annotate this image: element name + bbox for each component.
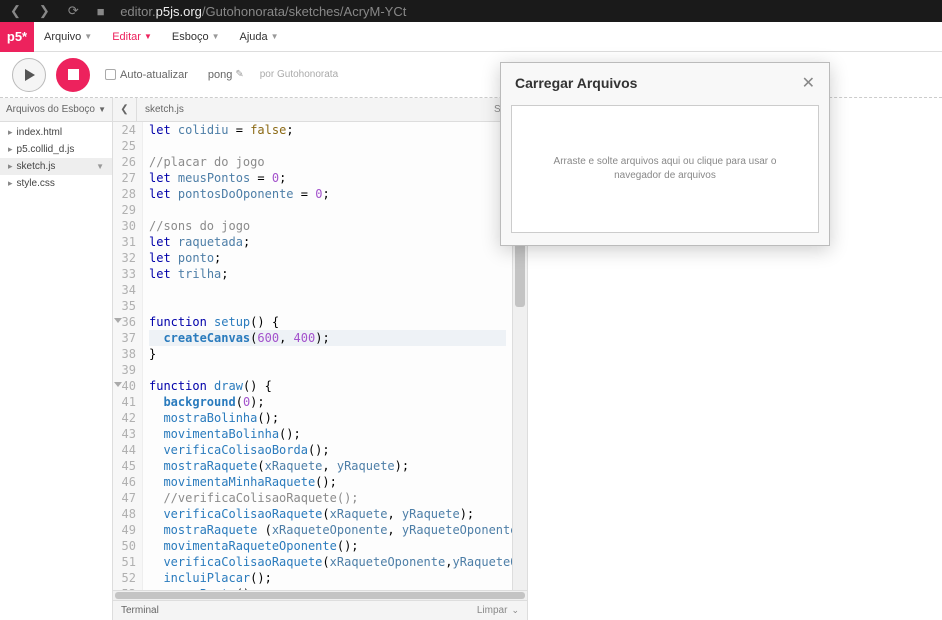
chevron-down-icon: ⌄: [511, 605, 519, 616]
chevron-down-icon[interactable]: ▼: [96, 162, 104, 171]
sidebar-header: Arquivos do Esboço ▼: [0, 98, 112, 122]
upload-modal: Carregar Arquivos ✕ Arraste e solte arqu…: [500, 62, 830, 246]
editor-filename: sketch.js: [137, 104, 192, 115]
code-area[interactable]: let colidiu = false;//placar do jogolet …: [143, 122, 512, 590]
menu-ajuda[interactable]: Ajuda▼: [230, 22, 289, 52]
menu-esboco[interactable]: Esboço▼: [162, 22, 230, 52]
stop-button[interactable]: [56, 58, 90, 92]
file-item[interactable]: ▸style.css: [0, 175, 112, 192]
topbar: p5* Arquivo▼ Editar▼ Esboço▼ Ajuda▼: [0, 22, 942, 52]
file-list: ▸index.html▸p5.collid_d.js▸sketch.js▼▸st…: [0, 122, 112, 194]
chevron-down-icon: ▼: [212, 32, 220, 41]
p5-logo[interactable]: p5*: [0, 22, 34, 52]
file-item[interactable]: ▸p5.collid_d.js: [0, 141, 112, 158]
forward-icon[interactable]: ❯: [39, 3, 50, 19]
url-bar[interactable]: ■ editor.p5js.org/Gutohonorata/sketches/…: [97, 4, 407, 19]
author: por Gutohonorata: [260, 69, 338, 80]
terminal-label: Terminal: [121, 605, 159, 616]
main-menu: Arquivo▼ Editar▼ Esboço▼ Ajuda▼: [34, 22, 289, 52]
line-gutter: 2425262728293031323334353637383940414243…: [113, 122, 143, 590]
menu-editar[interactable]: Editar▼: [102, 22, 162, 52]
stop-icon: [68, 69, 79, 80]
dropzone-text: Arraste e solte arquivos aqui ou clique …: [532, 155, 798, 183]
file-icon: ▸: [8, 127, 13, 138]
play-button[interactable]: [12, 58, 46, 92]
file-item[interactable]: ▸sketch.js▼: [0, 158, 112, 175]
chevron-down-icon: ▼: [84, 32, 92, 41]
play-icon: [25, 69, 35, 81]
collapse-sidebar-button[interactable]: ❮: [113, 98, 137, 122]
modal-title: Carregar Arquivos: [515, 75, 802, 91]
sketch-name[interactable]: pong ✎: [208, 69, 244, 81]
chevron-down-icon: ▼: [144, 32, 152, 41]
reload-icon[interactable]: ⟳: [68, 3, 79, 19]
terminal-clear-button[interactable]: Limpar ⌄: [477, 605, 519, 616]
auto-refresh-toggle[interactable]: Auto-atualizar: [105, 69, 188, 81]
dropzone[interactable]: Arraste e solte arquivos aqui ou clique …: [511, 105, 819, 233]
scrollbar-thumb[interactable]: [115, 592, 525, 599]
pencil-icon: ✎: [235, 69, 243, 80]
file-icon: ▸: [8, 178, 13, 189]
browser-bar: ❮ ❯ ⟳ ■ editor.p5js.org/Gutohonorata/ske…: [0, 0, 942, 22]
editor-panel: ❮ sketch.js Salvo 2425262728293031323334…: [113, 98, 527, 620]
chevron-down-icon[interactable]: ▼: [98, 105, 106, 114]
file-item[interactable]: ▸index.html: [0, 124, 112, 141]
file-sidebar: Arquivos do Esboço ▼ ▸index.html▸p5.coll…: [0, 98, 113, 620]
menu-arquivo[interactable]: Arquivo▼: [34, 22, 102, 52]
chevron-down-icon: ▼: [271, 32, 279, 41]
close-icon[interactable]: ✕: [802, 73, 815, 93]
editor-header: ❮ sketch.js Salvo: [113, 98, 527, 122]
file-icon: ▸: [8, 161, 13, 172]
code-editor[interactable]: 2425262728293031323334353637383940414243…: [113, 122, 527, 590]
terminal-bar: Terminal Limpar ⌄: [113, 600, 527, 620]
file-icon: ▸: [8, 144, 13, 155]
horizontal-scrollbar[interactable]: [113, 590, 527, 600]
checkbox-icon: [105, 69, 116, 80]
back-icon[interactable]: ❮: [10, 3, 21, 19]
